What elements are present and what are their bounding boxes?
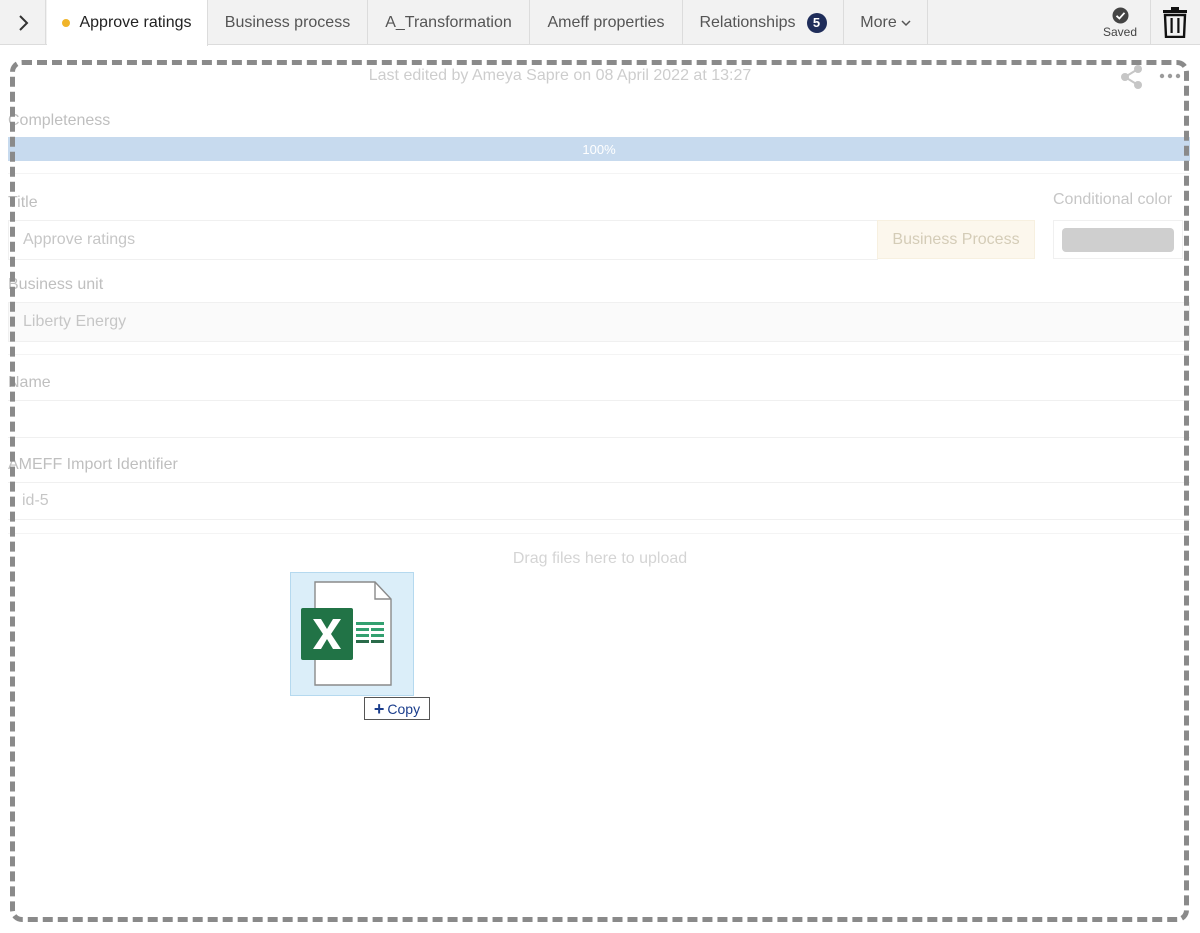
check-circle-icon [1112, 7, 1128, 23]
type-chip-label: Business Process [892, 230, 1020, 248]
divider [8, 354, 1190, 355]
share-button[interactable] [1119, 64, 1145, 90]
ameff-value: id-5 [22, 492, 49, 509]
more-dots-icon [1159, 73, 1181, 79]
chevron-down-icon [901, 19, 911, 26]
completeness-bar: 100% [8, 137, 1190, 161]
chevron-right-icon [18, 14, 28, 31]
share-icon [1121, 65, 1142, 89]
ameff-label: AMEFF Import Identifier [8, 456, 178, 473]
name-field[interactable] [8, 400, 1190, 438]
title-field[interactable]: Approve ratings [8, 220, 878, 260]
relationships-count-badge: 5 [806, 12, 827, 33]
ameff-field[interactable]: id-5 [8, 482, 1190, 520]
tab-bar: Approve ratings Business process A_Trans… [0, 0, 1200, 46]
tab-label: Relationships [699, 13, 796, 31]
title-value: Approve ratings [23, 231, 136, 248]
copy-label-text: Copy [387, 700, 421, 717]
plus-icon: + [373, 698, 385, 719]
tab-more[interactable]: More [844, 0, 928, 45]
copy-drag-label: + Copy [364, 697, 430, 720]
trash-icon [1163, 7, 1187, 38]
divider [8, 173, 1190, 174]
unsaved-dot [62, 19, 71, 27]
name-label: Name [8, 374, 51, 391]
drag-upload-hint: Drag files here to upload [512, 550, 688, 567]
title-label: Title [8, 194, 38, 211]
type-chip: Business Process [877, 220, 1035, 259]
last-edited-text: Last edited by Ameya Sapre on 08 April 2… [368, 67, 752, 84]
saved-label: Saved [1102, 24, 1138, 39]
business-unit-value: Liberty Energy [23, 313, 127, 330]
tab-label: Approve ratings [79, 14, 192, 31]
business-unit-label: Business unit [8, 276, 104, 293]
tab-label: A_Transformation [385, 13, 512, 31]
delete-button[interactable] [1160, 4, 1190, 40]
tab-a-transformation[interactable]: A_Transformation [368, 0, 530, 45]
tab-business-process[interactable]: Business process [208, 0, 368, 45]
tab-label: More [860, 13, 897, 31]
excel-file-icon [301, 581, 392, 686]
tab-label: Business process [224, 13, 351, 31]
dragged-file[interactable] [290, 572, 414, 696]
conditional-color-label: Conditional color [1053, 191, 1173, 208]
conditional-color-swatch [1062, 227, 1174, 252]
toolbar-divider [1150, 0, 1151, 45]
tab-label: Ameff properties [547, 13, 665, 31]
expand-panel-button[interactable] [0, 0, 46, 45]
tab-relationships[interactable]: Relationships 5 [683, 0, 844, 45]
tab-ameff-properties[interactable]: Ameff properties [530, 0, 683, 45]
tab-approve-ratings[interactable]: Approve ratings [47, 0, 208, 46]
saved-status: Saved [1095, 0, 1145, 45]
completeness-value: 100% [582, 141, 616, 157]
completeness-label: Completeness [8, 112, 111, 129]
more-options-button[interactable] [1158, 66, 1182, 86]
divider [8, 533, 1190, 534]
conditional-color-picker[interactable] [1053, 220, 1183, 259]
record-panel: Last edited by Ameya Sapre on 08 April 2… [0, 46, 1200, 933]
business-unit-field[interactable]: Liberty Energy [8, 302, 1190, 342]
